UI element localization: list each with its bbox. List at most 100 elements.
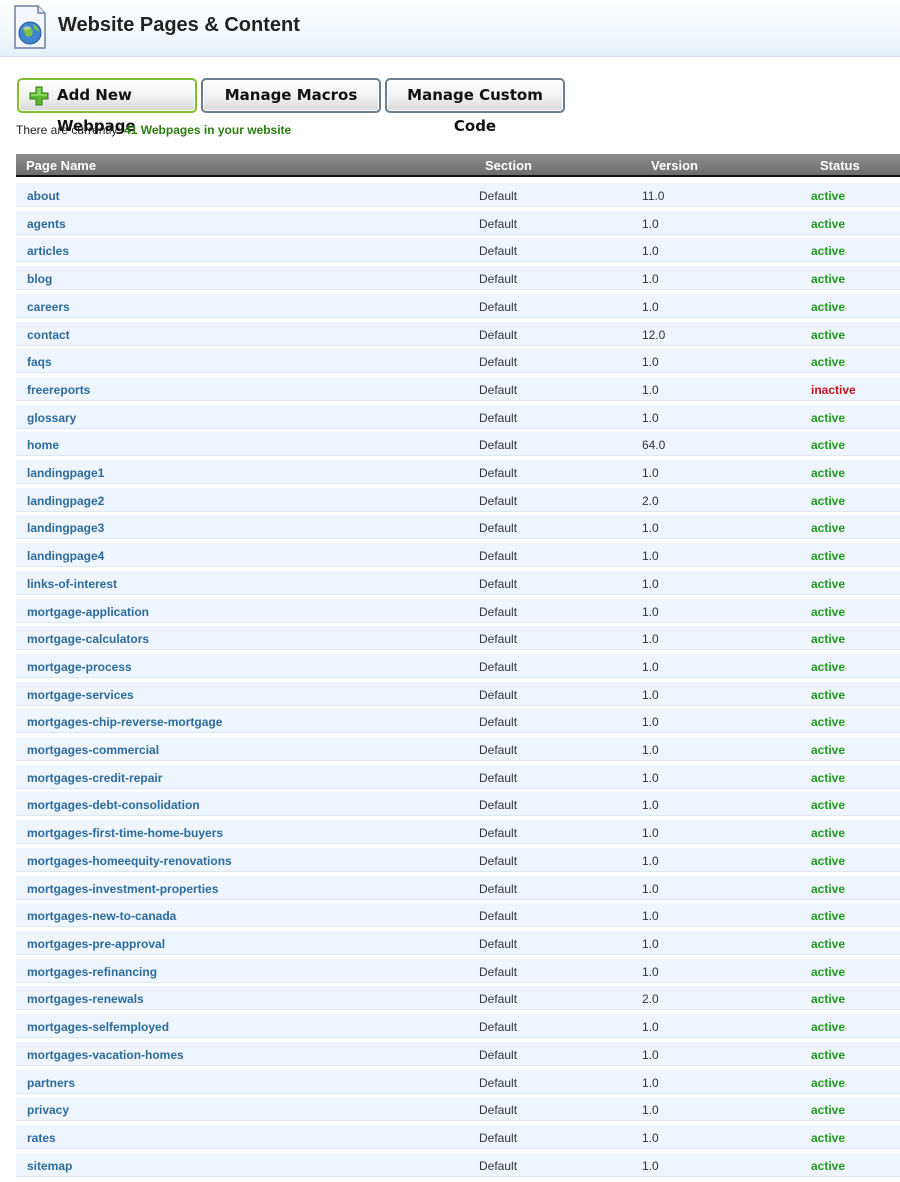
section-cell: Default <box>479 189 518 203</box>
status-cell[interactable]: active <box>811 300 845 314</box>
section-cell: Default <box>479 576 518 591</box>
status-cell[interactable]: active <box>811 632 845 646</box>
status-cell[interactable]: active <box>811 355 845 369</box>
version-cell: 1.0 <box>642 798 659 813</box>
table-row: freereports Default 1.0 inactive <box>16 376 900 401</box>
status-cell[interactable]: active <box>811 272 845 286</box>
version-cell: 1.0 <box>642 521 659 536</box>
page-name-link[interactable]: mortgages-debt-consolidation <box>27 798 200 812</box>
status-cell[interactable]: active <box>811 798 845 812</box>
version-cell: 11.0 <box>642 189 665 203</box>
column-header-section[interactable]: Section <box>485 158 532 173</box>
page-name-link[interactable]: landingpage1 <box>27 466 104 480</box>
version-cell: 1.0 <box>642 715 659 730</box>
page-name-link[interactable]: links-of-interest <box>27 577 117 591</box>
page-name-link[interactable]: mortgages-chip-reverse-mortgage <box>27 715 222 729</box>
version-cell: 1.0 <box>642 659 659 674</box>
column-header-version[interactable]: Version <box>651 158 698 173</box>
section-cell: Default <box>479 936 518 951</box>
section-cell: Default <box>479 632 518 647</box>
status-cell[interactable]: active <box>811 937 845 951</box>
manage-macros-button[interactable]: Manage Macros <box>201 78 381 113</box>
status-cell[interactable]: active <box>811 688 845 702</box>
page-name-link[interactable]: mortgages-credit-repair <box>27 771 162 785</box>
page-name-link[interactable]: mortgage-services <box>27 688 134 702</box>
page-name-link[interactable]: blog <box>27 272 52 286</box>
status-cell[interactable]: active <box>811 549 845 563</box>
status-cell[interactable]: active <box>811 494 845 508</box>
status-cell[interactable]: active <box>811 1048 845 1062</box>
status-cell[interactable]: active <box>811 882 845 896</box>
status-cell[interactable]: active <box>811 1020 845 1034</box>
status-cell[interactable]: active <box>811 1076 845 1090</box>
page-name-link[interactable]: partners <box>27 1076 75 1090</box>
page-name-link[interactable]: faqs <box>27 355 52 369</box>
page-name-link[interactable]: home <box>27 438 59 452</box>
table-row: faqs Default 1.0 active <box>16 349 900 374</box>
status-cell[interactable]: active <box>811 826 845 840</box>
page-name-link[interactable]: mortgages-new-to-canada <box>27 909 176 923</box>
table-row: home Default 64.0 active <box>16 432 900 457</box>
page-name-link[interactable]: mortgages-renewals <box>27 992 144 1006</box>
page-name-link[interactable]: mortgages-pre-approval <box>27 937 165 951</box>
status-cell[interactable]: active <box>811 1159 845 1173</box>
page-name-link[interactable]: mortgages-homeequity-renovations <box>27 854 232 868</box>
page-name-link[interactable]: glossary <box>27 411 76 425</box>
status-cell[interactable]: active <box>811 438 845 452</box>
page-name-link[interactable]: landingpage3 <box>27 521 104 535</box>
section-cell: Default <box>479 466 518 481</box>
manage-custom-code-button[interactable]: Manage Custom Code <box>385 78 565 135</box>
status-cell[interactable]: active <box>811 965 845 979</box>
status-cell[interactable]: active <box>811 328 845 342</box>
page-name-link[interactable]: mortgage-application <box>27 605 149 619</box>
status-cell[interactable]: active <box>811 909 845 923</box>
status-cell[interactable]: active <box>811 1103 845 1117</box>
page-name-link[interactable]: careers <box>27 300 70 314</box>
table-row: mortgages-new-to-canada Default 1.0 active <box>16 903 900 928</box>
page-name-link[interactable]: mortgages-investment-properties <box>27 882 218 896</box>
page-name-link[interactable]: mortgage-process <box>27 660 132 674</box>
status-cell[interactable]: active <box>811 577 845 591</box>
status-cell[interactable]: active <box>811 466 845 480</box>
status-cell[interactable]: active <box>811 1131 845 1145</box>
page-name-link[interactable]: mortgage-calculators <box>27 632 149 646</box>
status-cell[interactable]: active <box>811 189 845 203</box>
version-cell: 1.0 <box>642 1130 659 1145</box>
page-name-link[interactable]: about <box>27 189 60 203</box>
table-row: mortgage-process Default 1.0 active <box>16 653 900 678</box>
status-cell[interactable]: active <box>811 605 845 619</box>
page-name-link[interactable]: landingpage2 <box>27 494 104 508</box>
table-row: landingpage1 Default 1.0 active <box>16 460 900 485</box>
page-name-link[interactable]: privacy <box>27 1103 69 1117</box>
status-cell[interactable]: active <box>811 715 845 729</box>
table-row: mortgages-first-time-home-buyers Default 1… <box>16 820 900 845</box>
status-cell[interactable]: inactive <box>811 383 856 397</box>
status-cell[interactable]: active <box>811 854 845 868</box>
page-name-link[interactable]: contact <box>27 328 70 342</box>
page-name-link[interactable]: mortgages-first-time-home-buyers <box>27 826 223 840</box>
version-cell: 1.0 <box>642 1047 659 1062</box>
status-cell[interactable]: active <box>811 217 845 231</box>
column-header-status[interactable]: Status <box>820 158 860 173</box>
page-name-link[interactable]: agents <box>27 217 66 231</box>
page-name-link[interactable]: sitemap <box>27 1159 72 1173</box>
status-cell[interactable]: active <box>811 992 845 1006</box>
status-cell[interactable]: active <box>811 521 845 535</box>
page-name-link[interactable]: mortgages-refinancing <box>27 965 157 979</box>
status-cell[interactable]: active <box>811 743 845 757</box>
status-cell[interactable]: active <box>811 411 845 425</box>
status-cell[interactable]: active <box>811 771 845 785</box>
page-name-link[interactable]: mortgages-vacation-homes <box>27 1048 184 1062</box>
page-name-link[interactable]: mortgages-commercial <box>27 743 159 757</box>
version-cell: 1.0 <box>642 382 659 397</box>
page-name-link[interactable]: landingpage4 <box>27 549 104 563</box>
page-name-link[interactable]: mortgages-selfemployed <box>27 1020 169 1034</box>
page-header: Website Pages & Content <box>0 0 900 57</box>
page-name-link[interactable]: rates <box>27 1131 56 1145</box>
status-cell[interactable]: active <box>811 244 845 258</box>
add-new-webpage-button[interactable]: Add New Webpage <box>17 78 197 135</box>
page-name-link[interactable]: freereports <box>27 383 90 397</box>
page-name-link[interactable]: articles <box>27 244 69 258</box>
status-cell[interactable]: active <box>811 660 845 674</box>
column-header-page-name[interactable]: Page Name <box>26 158 96 173</box>
